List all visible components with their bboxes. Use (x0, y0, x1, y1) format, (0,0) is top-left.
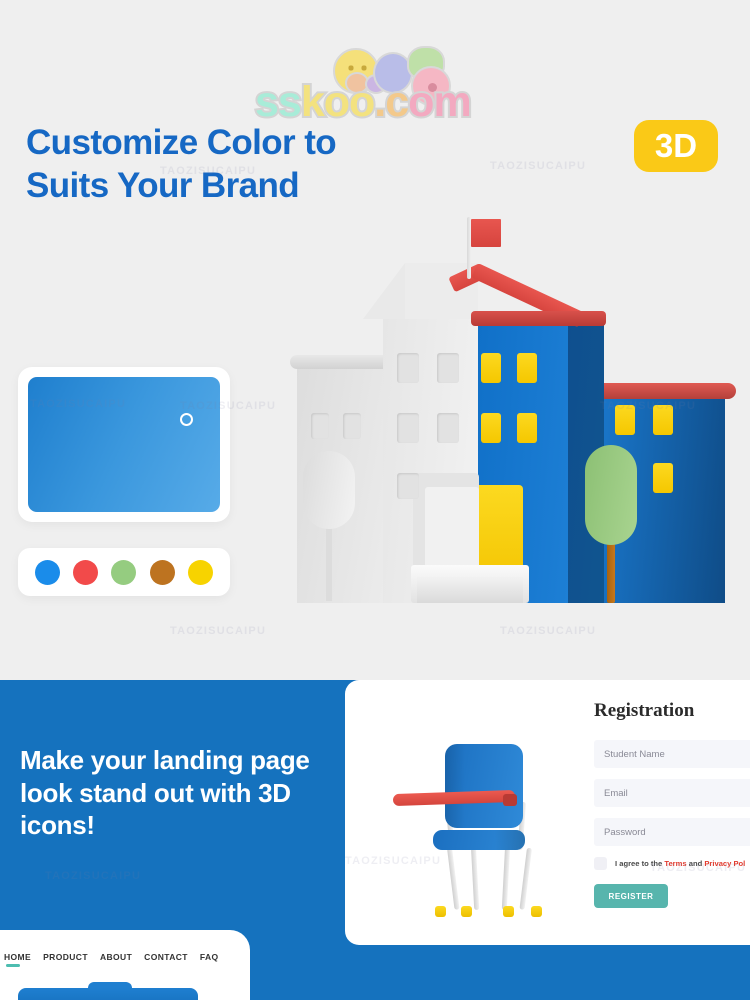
chair-foot (461, 906, 472, 917)
hero-section: sskoo.com Customize Color to Suits Your … (0, 0, 750, 680)
school-window-grey (397, 353, 419, 383)
nav-item-faq[interactable]: FAQ (200, 952, 219, 962)
chair-foot (531, 906, 542, 917)
watermark-text: TAOZISUCAIPU (500, 625, 597, 637)
school-window-yellow (653, 463, 673, 493)
brand-wordmark: sskoo.com (253, 76, 474, 128)
student-name-input[interactable]: Student Name (594, 740, 750, 768)
chair-tablet-side (503, 794, 517, 806)
nav-item-product[interactable]: PRODUCT (43, 952, 88, 962)
color-swatch-green[interactable] (111, 559, 137, 585)
school-window-yellow (481, 413, 501, 443)
brand-part-4: om (406, 76, 473, 128)
school-window-grey (343, 413, 361, 439)
flag-icon (471, 219, 501, 247)
watermark-text: TAOZISUCAIPU (490, 160, 587, 172)
color-swatch-yellow[interactable] (188, 559, 214, 585)
chair-backrest-shade (445, 744, 465, 828)
chair-foot (503, 906, 514, 917)
register-button[interactable]: REGISTER (594, 884, 668, 908)
watermark-text: TAOZISUCAIPU (45, 870, 142, 882)
chair-leg (471, 847, 480, 911)
gable-white-left (363, 263, 405, 319)
color-swatch-brown[interactable] (149, 559, 175, 585)
chair-foot (435, 906, 446, 917)
nav-item-home[interactable]: HOME (4, 952, 31, 967)
brand-part-1: ss (253, 76, 304, 128)
watermark-text: TAOZISUCAIPU (180, 400, 277, 412)
watermark-text: TAOZISUCAIPU (650, 862, 747, 874)
nav-menu: HOME PRODUCT ABOUT CONTACT FAQ (4, 952, 219, 967)
nav-blue-shape (18, 988, 198, 1000)
school-window-grey (397, 473, 419, 499)
registration-title: Registration (594, 700, 695, 721)
lower-heading: Make your landing page look stand out wi… (20, 745, 310, 840)
school-chair-illustration (385, 740, 565, 930)
school-window-grey (437, 413, 459, 443)
color-swatch-blue[interactable] (34, 559, 60, 585)
watermark-text: TAOZISUCAIPU (600, 400, 697, 412)
brand-part-2: koo (299, 76, 377, 128)
tree-grey-trunk (326, 523, 332, 601)
watermark-text: TAOZISUCAIPU (170, 625, 267, 637)
watermark-text: TAOZISUCAIPU (160, 165, 257, 177)
registration-fields: Student Name Email Password (594, 740, 750, 846)
school-window-yellow (517, 353, 537, 383)
password-input[interactable]: Password (594, 818, 750, 846)
tree-green-trunk (607, 537, 615, 603)
school-window-yellow (481, 353, 501, 383)
nav-item-contact[interactable]: CONTACT (144, 952, 188, 962)
watermark-text: TAOZISUCAIPU (345, 855, 442, 867)
right-annex-roof (588, 383, 736, 399)
nav-active-indicator (6, 964, 20, 967)
email-input[interactable]: Email (594, 779, 750, 807)
tree-grey-foliage (303, 451, 355, 529)
color-swatch-red[interactable] (73, 559, 99, 585)
school-window-grey (437, 353, 459, 383)
watermark-text: TAOZISUCAIPU (30, 398, 127, 410)
brand-logo: sskoo.com (253, 44, 505, 136)
entrance-steps-2 (417, 577, 523, 603)
color-swatch-bar[interactable] (18, 548, 230, 596)
registration-form: Registration Student Name Email Password I… (594, 700, 750, 908)
chair-leg (519, 847, 532, 910)
terms-checkbox[interactable] (594, 857, 607, 870)
chair-leg (501, 847, 510, 911)
nav-item-about[interactable]: ABOUT (100, 952, 132, 962)
school-window-grey (397, 413, 419, 443)
badge-3d-label: 3D (654, 127, 698, 164)
tree-green-foliage (585, 445, 637, 545)
school-window-grey (311, 413, 329, 439)
color-picker-handle-icon[interactable] (180, 413, 193, 426)
chair-leg (447, 847, 460, 910)
brand-part-3: .c (372, 76, 411, 128)
school-window-yellow (517, 413, 537, 443)
badge-3d: 3D (634, 120, 718, 172)
color-picker-panel[interactable] (18, 367, 230, 522)
chair-seat-shade (495, 830, 525, 850)
roof-red-edge (471, 311, 606, 326)
